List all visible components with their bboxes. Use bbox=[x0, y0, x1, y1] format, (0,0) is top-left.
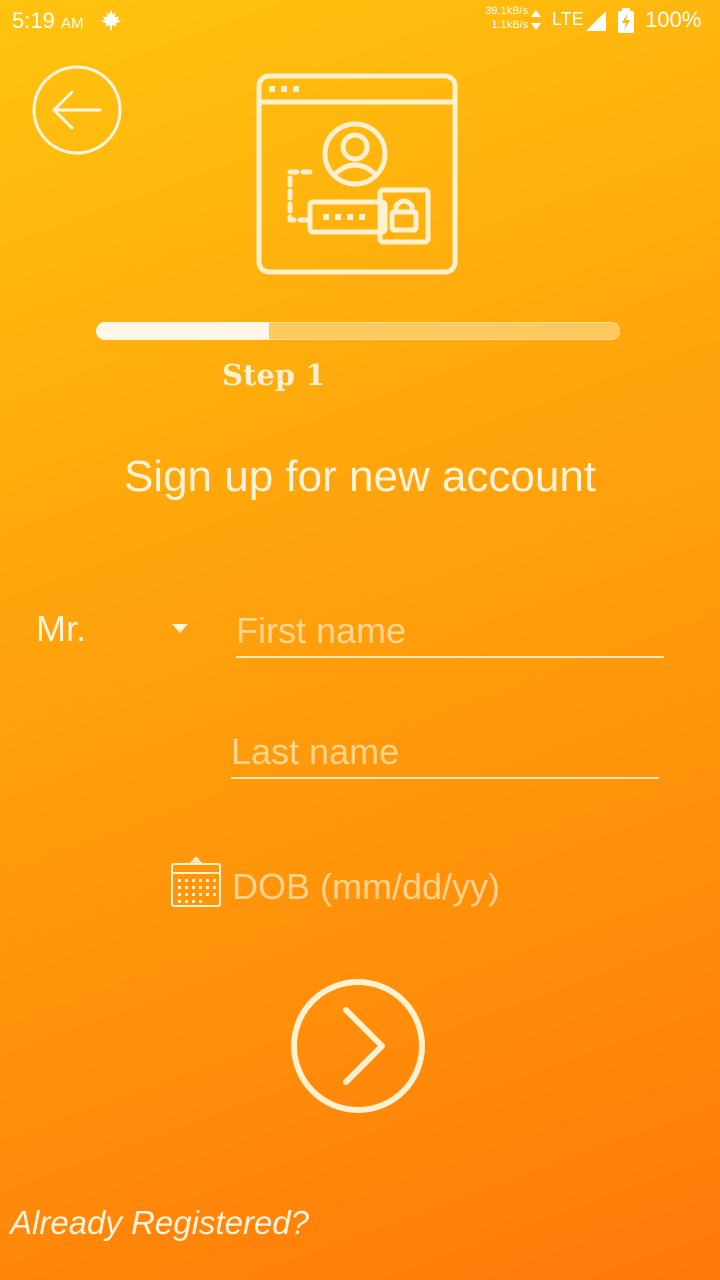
caret-down-icon bbox=[172, 624, 188, 633]
salutation-value: Mr. bbox=[36, 608, 86, 649]
chevron-right-icon bbox=[291, 979, 425, 1113]
status-time-ampm: AM bbox=[60, 15, 84, 32]
arrow-left-icon bbox=[32, 65, 122, 155]
back-button[interactable] bbox=[32, 65, 122, 155]
data-arrows-icon bbox=[531, 10, 541, 30]
dob-field[interactable]: DOB (mm/dd/yy) bbox=[170, 856, 570, 912]
progress-bar-fill bbox=[96, 322, 269, 340]
status-bar: 5:19 AM 39.1kB/s 1.1kB/s LTE 100% bbox=[0, 0, 720, 40]
step-label: Step 1 bbox=[222, 358, 326, 392]
salutation-dropdown[interactable]: Mr. bbox=[36, 606, 196, 656]
maple-leaf-icon bbox=[100, 9, 122, 31]
next-button[interactable] bbox=[290, 978, 426, 1114]
status-time: 5:19 AM bbox=[12, 8, 83, 34]
battery-percent: 100% bbox=[645, 7, 702, 32]
network-upload-speed: 39.1kB/s bbox=[485, 5, 528, 17]
first-name-input[interactable] bbox=[236, 606, 664, 658]
signup-progress-bar bbox=[96, 322, 620, 340]
battery-charging-icon bbox=[618, 8, 634, 33]
network-type: LTE bbox=[552, 9, 584, 29]
signal-icon bbox=[586, 11, 606, 31]
status-time-value: 5:19 bbox=[12, 8, 55, 33]
browser-user-login-icon bbox=[256, 73, 458, 275]
already-registered-link[interactable]: Already Registered? bbox=[10, 1204, 309, 1242]
dob-placeholder: DOB (mm/dd/yy) bbox=[232, 866, 501, 907]
calendar-icon bbox=[171, 857, 221, 907]
page-title: Sign up for new account bbox=[123, 452, 597, 501]
network-download-speed: 1.1kB/s bbox=[491, 19, 528, 31]
last-name-input[interactable] bbox=[231, 727, 659, 779]
network-speed: 39.1kB/s 1.1kB/s bbox=[476, 4, 528, 32]
